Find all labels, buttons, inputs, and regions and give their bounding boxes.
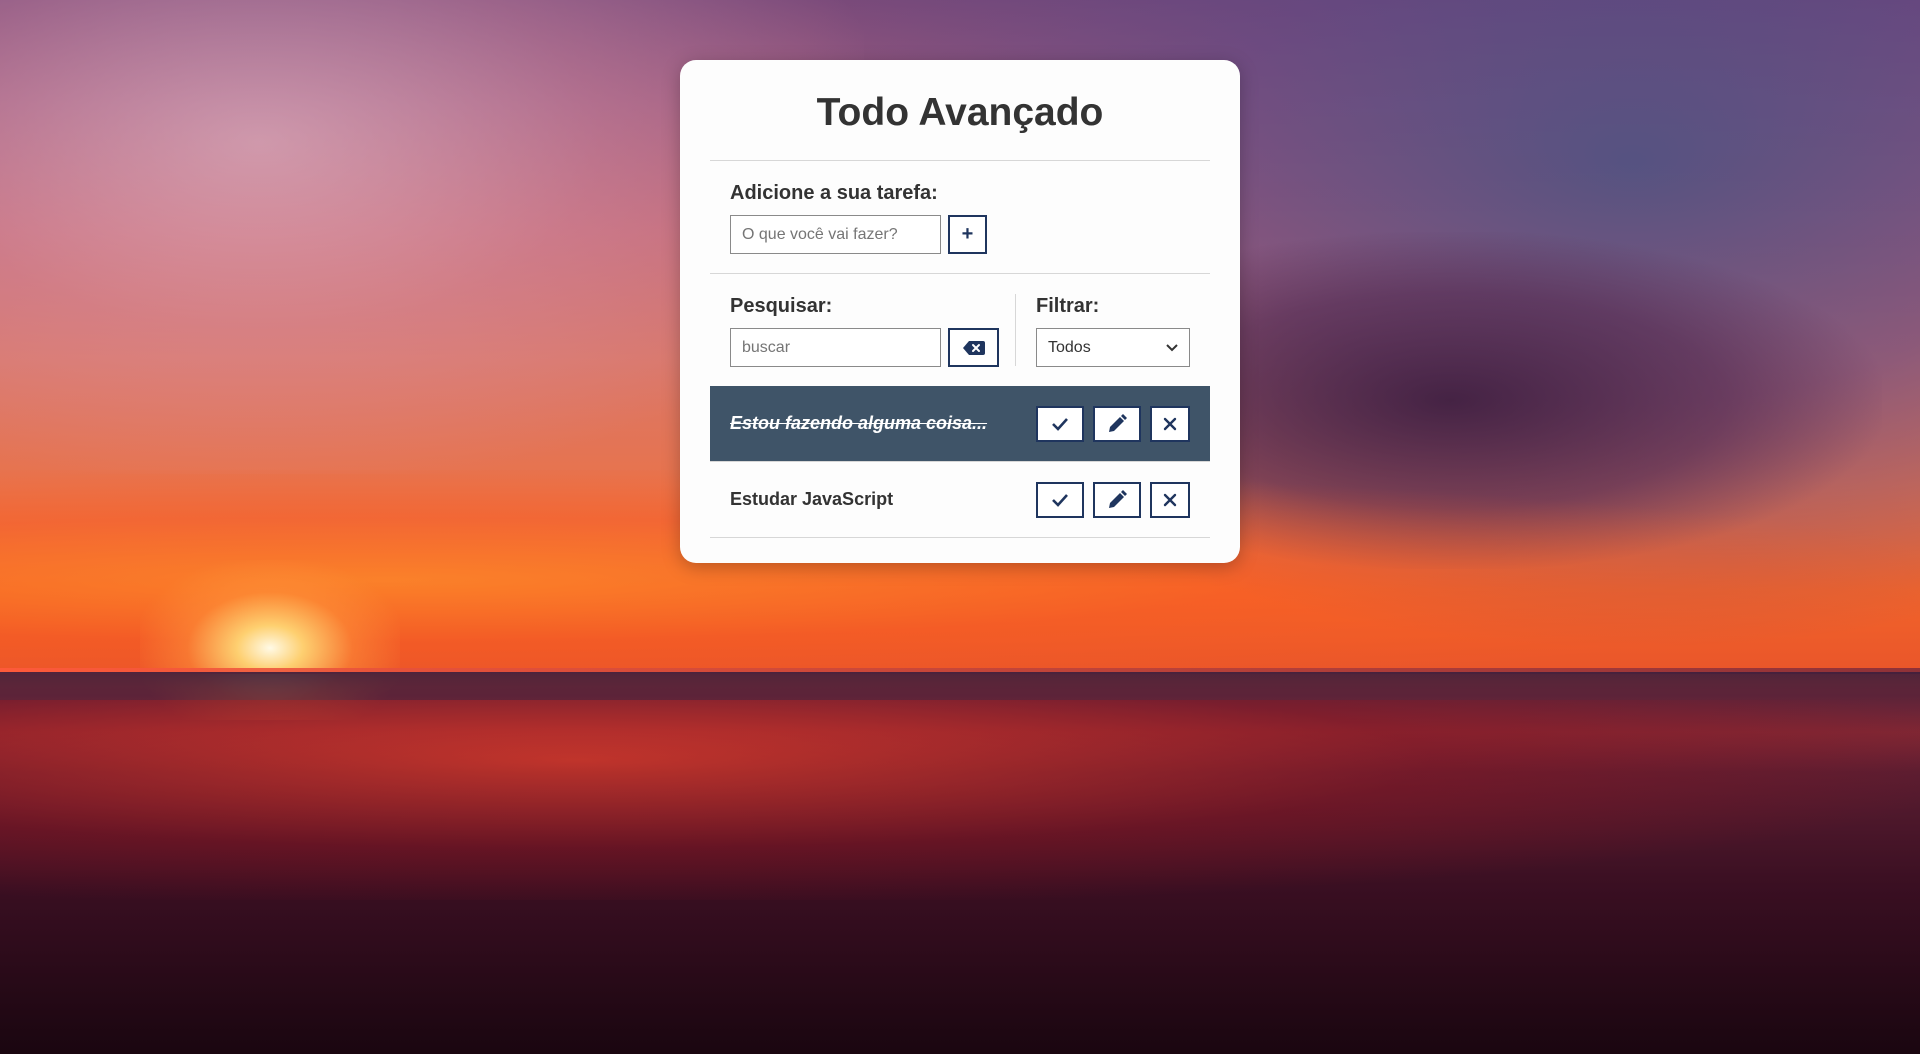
- toolbar: Pesquisar: Filtrar: Todos: [710, 274, 1210, 386]
- todo-list: Estou fazendo alguma coisa... Estudar Ja…: [710, 386, 1210, 538]
- todo-item: Estudar JavaScript: [710, 462, 1210, 538]
- filter-block: Filtrar: Todos: [1016, 294, 1190, 367]
- chevron-down-icon: [1166, 343, 1178, 352]
- filter-selected-value: Todos: [1048, 338, 1091, 356]
- search-input[interactable]: [730, 328, 941, 367]
- filter-select[interactable]: Todos: [1036, 328, 1190, 367]
- backspace-icon: [962, 340, 985, 355]
- remove-todo-button[interactable]: [1150, 481, 1190, 518]
- finish-todo-button[interactable]: [1036, 481, 1084, 518]
- todo-text: Estou fazendo alguma coisa...: [730, 413, 988, 433]
- erase-search-button[interactable]: [948, 328, 999, 367]
- search-block: Pesquisar:: [730, 294, 1016, 367]
- add-todo-input[interactable]: [730, 215, 941, 254]
- check-icon: [1051, 417, 1069, 431]
- filter-label: Filtrar:: [1036, 295, 1100, 317]
- page-title: Todo Avançado: [816, 91, 1104, 134]
- search-label: Pesquisar:: [730, 295, 833, 317]
- add-todo-button[interactable]: +: [948, 215, 987, 254]
- edit-todo-button[interactable]: [1093, 481, 1141, 518]
- finish-todo-button[interactable]: [1036, 405, 1084, 442]
- edit-todo-button[interactable]: [1093, 405, 1141, 442]
- close-icon: [1163, 417, 1177, 431]
- add-todo-label: Adicione a sua tarefa:: [730, 182, 938, 204]
- close-icon: [1163, 493, 1177, 507]
- check-icon: [1051, 493, 1069, 507]
- todo-text: Estudar JavaScript: [730, 489, 894, 509]
- add-todo-form: Adicione a sua tarefa: +: [710, 161, 1210, 273]
- pencil-icon: [1107, 489, 1127, 510]
- todo-item: Estou fazendo alguma coisa...: [710, 386, 1210, 462]
- todo-card: Todo Avançado Adicione a sua tarefa: + P…: [680, 60, 1240, 563]
- pencil-icon: [1107, 413, 1127, 434]
- remove-todo-button[interactable]: [1150, 405, 1190, 442]
